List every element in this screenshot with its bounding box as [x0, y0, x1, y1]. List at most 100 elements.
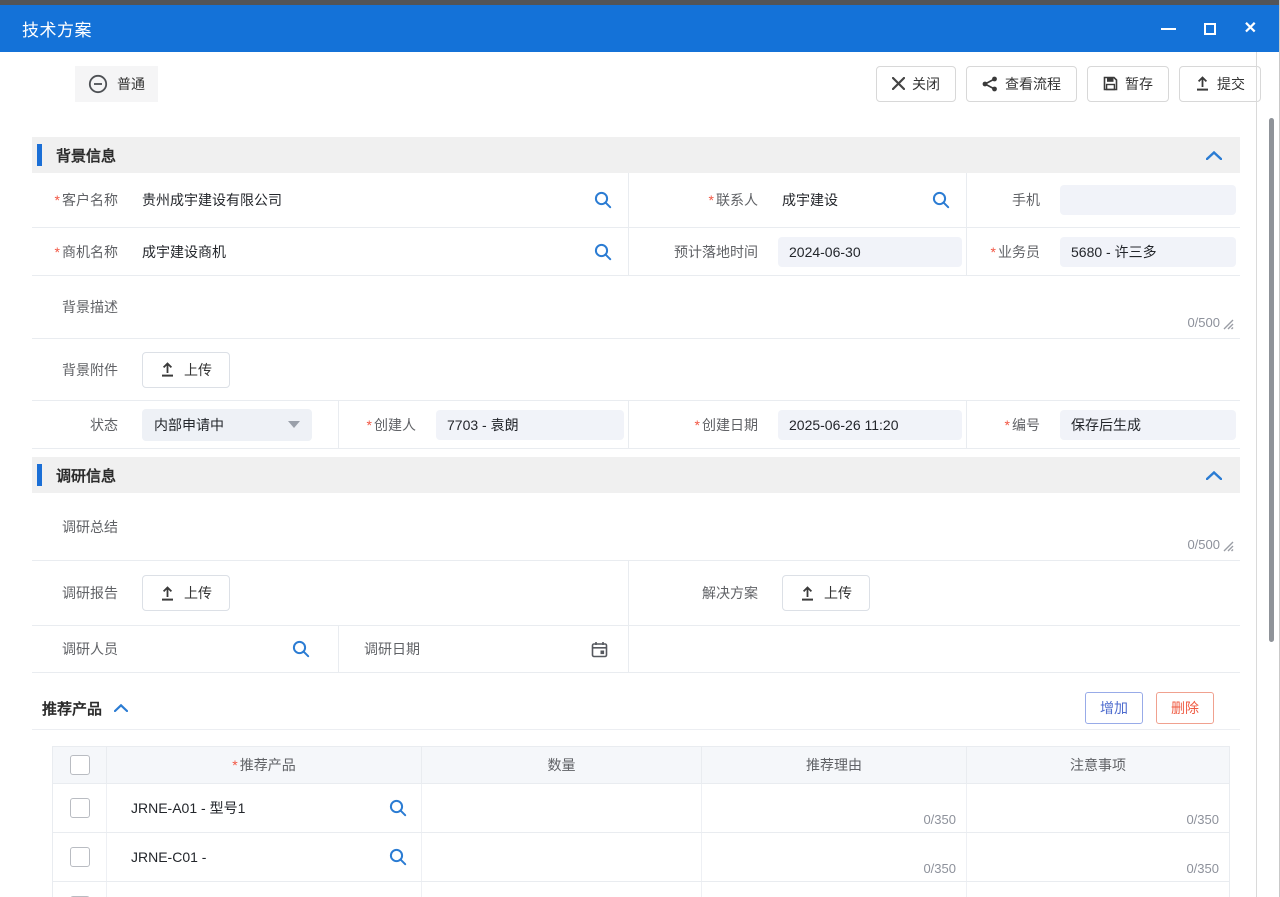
product-value: JRNE-C01 -	[131, 849, 206, 865]
mobile-input[interactable]	[1060, 185, 1236, 215]
product-cell[interactable]: JRNE-A01 - 型号1	[106, 784, 421, 832]
quantity-cell[interactable]	[421, 784, 701, 832]
products-divider	[32, 729, 1240, 730]
table-row: JRNE-A01 - 型号1 0/350 0/350	[53, 783, 1229, 832]
vertical-scrollbar[interactable]	[1269, 118, 1274, 642]
researcher-label: 调研人员	[32, 626, 128, 672]
section-header-background: 背景信息	[32, 137, 1240, 173]
note-cell[interactable]: 0/350	[966, 833, 1229, 881]
product-cell[interactable]: JRNE-C01 -	[106, 833, 421, 881]
quantity-cell[interactable]	[421, 833, 701, 881]
form-row: * 客户名称 贵州成宇建设有限公司 * 联系人 成宇建设 手机	[32, 173, 1240, 228]
collapse-chevron-icon[interactable]	[1206, 151, 1222, 160]
customer-name-value: 贵州成宇建设有限公司	[142, 190, 282, 210]
section-accent-bar	[37, 464, 42, 486]
contact-field[interactable]: 成宇建设	[768, 173, 966, 227]
char-counter: 0/350	[1186, 861, 1219, 876]
circle-minus-icon	[88, 74, 108, 94]
priority-badge[interactable]: 普通	[75, 66, 158, 102]
research-summary-textarea[interactable]: 0/500	[128, 493, 1240, 560]
product-cell[interactable]	[106, 882, 421, 897]
search-icon[interactable]	[389, 848, 407, 866]
search-icon[interactable]	[594, 191, 612, 209]
char-counter: 0/350	[923, 861, 956, 876]
form-row: 背景描述 0/500	[32, 276, 1240, 339]
select-all-checkbox[interactable]	[70, 755, 90, 775]
research-date-label: 调研日期	[338, 626, 430, 672]
search-icon[interactable]	[389, 799, 407, 817]
table-row: JRNE-C01 - 0/350 0/350	[53, 832, 1229, 881]
customer-name-field[interactable]: 贵州成宇建设有限公司	[128, 173, 628, 227]
products-table-header: * 推荐产品 数量 推荐理由 注意事项	[53, 747, 1229, 783]
submit-label: 提交	[1217, 74, 1245, 94]
section-title-background: 背景信息	[56, 145, 116, 166]
reason-cell[interactable]: 0/350	[701, 784, 966, 832]
form-row: 调研人员 调研日期	[32, 626, 1240, 673]
upload-submit-icon	[1195, 76, 1210, 91]
research-summary-label: 调研总结	[32, 493, 128, 560]
window-controls: ✕	[1161, 21, 1257, 37]
customer-name-label: * 客户名称	[32, 173, 128, 227]
collapse-chevron-icon[interactable]	[114, 704, 128, 712]
maximize-icon[interactable]	[1204, 23, 1216, 35]
upload-button[interactable]: 上传	[142, 352, 230, 388]
save-draft-label: 暂存	[1125, 74, 1153, 94]
upload-button[interactable]: 上传	[782, 575, 870, 611]
select-all-cell	[53, 747, 106, 783]
mobile-label: 手机	[966, 173, 1050, 227]
close-window-icon[interactable]: ✕	[1244, 21, 1257, 37]
add-row-button[interactable]: 增加	[1085, 692, 1143, 724]
upload-button[interactable]: 上传	[142, 575, 230, 611]
number-value: 保存后生成	[1060, 410, 1236, 440]
textarea-resize-icon[interactable]	[1221, 317, 1234, 330]
required-mark: *	[695, 417, 700, 433]
quantity-cell[interactable]	[421, 882, 701, 897]
col-header-quantity: 数量	[421, 747, 701, 783]
status-label: 状态	[32, 401, 128, 448]
reason-cell[interactable]: 0/350	[701, 833, 966, 881]
minimize-icon[interactable]	[1161, 28, 1176, 30]
salesman-value: 5680 - 许三多	[1060, 237, 1236, 267]
search-icon[interactable]	[594, 243, 612, 261]
opportunity-name-field[interactable]: 成宇建设商机	[128, 228, 628, 275]
submit-button[interactable]: 提交	[1179, 66, 1261, 102]
created-date-value: 2025-06-26 11:20	[778, 410, 962, 440]
creator-wrap: 7703 - 袁朗	[426, 401, 628, 448]
toolbar-buttons: 关闭 查看流程 暂存 提交	[876, 66, 1261, 102]
background-attachment-label: 背景附件	[32, 339, 128, 400]
status-dropdown[interactable]: 内部申请中	[142, 409, 312, 441]
row-checkbox[interactable]	[70, 798, 90, 818]
researcher-field[interactable]	[128, 626, 338, 672]
textarea-resize-icon[interactable]	[1221, 539, 1234, 552]
contact-label: * 联系人	[628, 173, 768, 227]
note-cell[interactable]	[966, 882, 1229, 897]
required-mark: *	[55, 244, 60, 260]
number-wrap: 保存后生成	[1050, 401, 1240, 448]
close-icon	[892, 77, 905, 90]
reason-cell[interactable]	[701, 882, 966, 897]
search-icon[interactable]	[932, 191, 950, 209]
close-button[interactable]: 关闭	[876, 66, 956, 102]
research-date-field[interactable]	[430, 626, 628, 672]
save-draft-button[interactable]: 暂存	[1087, 66, 1169, 102]
solution-cell: 上传	[768, 561, 1240, 625]
share-flow-icon	[982, 76, 998, 92]
note-cell[interactable]: 0/350	[966, 784, 1229, 832]
collapse-chevron-icon[interactable]	[1206, 471, 1222, 480]
search-icon[interactable]	[292, 640, 310, 658]
background-desc-textarea[interactable]: 0/500	[128, 276, 1240, 338]
technical-solution-window: 技术方案 ✕ 普通 关闭 查看流程	[0, 0, 1280, 897]
content-right-border	[1256, 52, 1257, 897]
row-select-cell	[53, 784, 106, 832]
section-title-research: 调研信息	[56, 465, 116, 486]
calendar-icon[interactable]	[591, 641, 608, 658]
row-checkbox[interactable]	[70, 847, 90, 867]
dropdown-arrow-icon	[288, 421, 300, 428]
form-row: 状态 内部申请中 * 创建人 7703 - 袁朗 * 创建日期 2025-06-…	[32, 401, 1240, 449]
required-mark: *	[367, 417, 372, 433]
delete-row-button[interactable]: 删除	[1156, 692, 1214, 724]
view-flow-button[interactable]: 查看流程	[966, 66, 1077, 102]
required-mark: *	[709, 192, 714, 208]
landing-date-value[interactable]: 2024-06-30	[778, 237, 962, 267]
research-report-cell: 上传	[128, 561, 628, 625]
